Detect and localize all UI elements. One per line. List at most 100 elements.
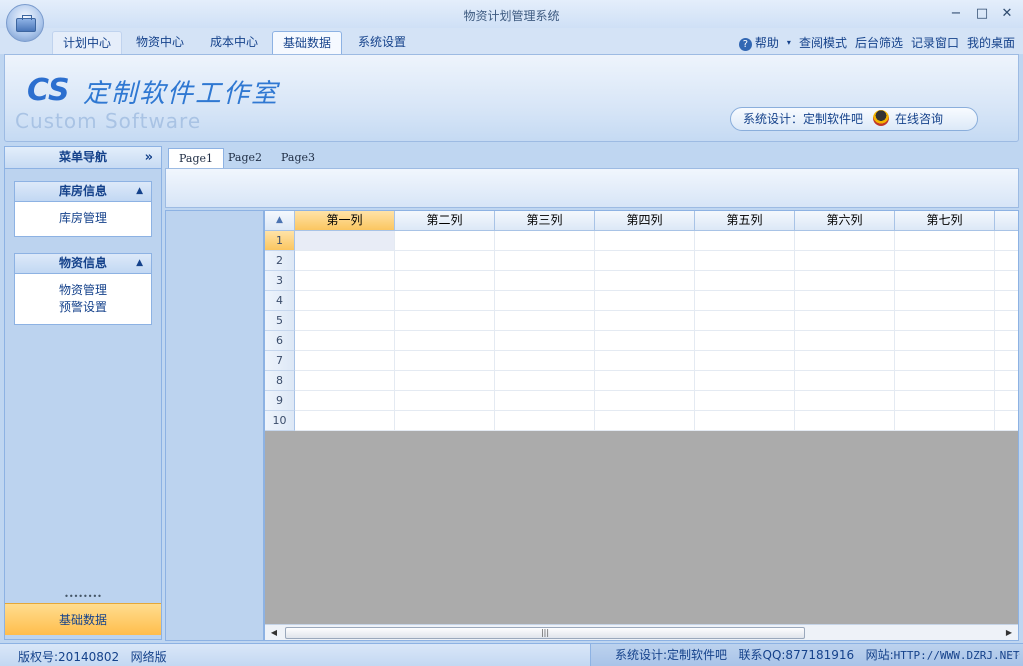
horizontal-scrollbar[interactable]: ◀ ||| ▶ xyxy=(265,624,1018,640)
grid-cell[interactable] xyxy=(295,291,395,311)
grid-cell[interactable] xyxy=(495,391,595,411)
log-window-link[interactable]: 记录窗口 xyxy=(911,34,959,51)
row-header[interactable]: 1 xyxy=(265,231,295,251)
grid-cell[interactable] xyxy=(695,251,795,271)
tab-page3[interactable]: Page3 xyxy=(271,148,325,168)
background-filter-link[interactable]: 后台筛选 xyxy=(855,34,903,51)
minimize-button[interactable]: − xyxy=(946,5,966,23)
tab-basic-data[interactable]: 基础数据 xyxy=(272,31,343,54)
grid-cell[interactable] xyxy=(495,371,595,391)
collapse-group-icon[interactable]: ▲ xyxy=(136,182,143,201)
grid-cell[interactable] xyxy=(295,371,395,391)
grid-cell[interactable] xyxy=(795,271,895,291)
grid-cell[interactable] xyxy=(695,231,795,251)
grid-cell[interactable] xyxy=(695,311,795,331)
status-site-url[interactable]: HTTP://WWW.DZRJ.NET xyxy=(894,649,1020,662)
row-header[interactable]: 7 xyxy=(265,351,295,371)
tab-cost-center[interactable]: 成本中心 xyxy=(200,31,268,54)
grid-cell[interactable] xyxy=(395,291,495,311)
grid-cell[interactable] xyxy=(595,411,695,431)
grid-cell[interactable] xyxy=(795,411,895,431)
row-header[interactable]: 8 xyxy=(265,371,295,391)
grid-cell[interactable] xyxy=(695,331,795,351)
grid-cell[interactable] xyxy=(695,271,795,291)
grid-cell[interactable] xyxy=(595,371,695,391)
grid-cell[interactable] xyxy=(395,391,495,411)
row-header[interactable]: 10 xyxy=(265,411,295,431)
nav-item-material-management[interactable]: 物资管理 xyxy=(15,282,151,299)
tab-page2[interactable]: Page2 xyxy=(218,148,272,168)
scrollbar-thumb[interactable]: ||| xyxy=(285,627,805,639)
grid-cell[interactable] xyxy=(795,391,895,411)
grid-cell[interactable] xyxy=(695,291,795,311)
column-header[interactable]: 第四列 xyxy=(595,211,695,231)
row-header[interactable]: 5 xyxy=(265,311,295,331)
grid-cell[interactable] xyxy=(295,331,395,351)
row-header[interactable]: 4 xyxy=(265,291,295,311)
grid-cell[interactable] xyxy=(895,271,995,291)
grid-cell[interactable] xyxy=(895,311,995,331)
grid-cell[interactable] xyxy=(595,271,695,291)
splitter-grip[interactable]: •••••••• xyxy=(5,593,161,601)
row-header[interactable]: 9 xyxy=(265,391,295,411)
grid-cell[interactable] xyxy=(695,371,795,391)
grid-cell[interactable] xyxy=(495,291,595,311)
grid-cell[interactable] xyxy=(395,231,495,251)
nav-item-warehouse-management[interactable]: 库房管理 xyxy=(15,210,151,227)
grid-cell[interactable] xyxy=(595,311,695,331)
grid-cell[interactable] xyxy=(495,271,595,291)
grid-cell[interactable] xyxy=(495,351,595,371)
help-dropdown-icon[interactable]: ▾ xyxy=(787,38,791,47)
grid-cell[interactable] xyxy=(295,271,395,291)
scroll-left-icon[interactable]: ◀ xyxy=(267,626,281,640)
grid-cell[interactable] xyxy=(395,411,495,431)
close-button[interactable]: ✕ xyxy=(997,5,1017,23)
my-desktop-link[interactable]: 我的桌面 xyxy=(967,34,1015,51)
row-header[interactable]: 3 xyxy=(265,271,295,291)
grid-cell[interactable] xyxy=(595,291,695,311)
grid-cell[interactable] xyxy=(495,311,595,331)
grid-cell[interactable] xyxy=(395,351,495,371)
nav-group-header-materials[interactable]: 物资信息 ▲ xyxy=(15,254,151,274)
grid-cell[interactable] xyxy=(295,251,395,271)
row-header[interactable]: 6 xyxy=(265,331,295,351)
tab-page1[interactable]: Page1 xyxy=(168,148,225,168)
column-header[interactable]: 第二列 xyxy=(395,211,495,231)
tab-plan-center[interactable]: 计划中心 xyxy=(52,31,123,54)
grid-cell[interactable] xyxy=(795,351,895,371)
grid-cell[interactable] xyxy=(495,411,595,431)
nav-group-header-warehouse[interactable]: 库房信息 ▲ xyxy=(15,182,151,202)
online-consult-link[interactable]: 在线咨询 xyxy=(895,112,943,126)
grid-cell[interactable] xyxy=(595,391,695,411)
grid-cell[interactable] xyxy=(895,411,995,431)
grid-cell[interactable] xyxy=(395,371,495,391)
grid-cell[interactable] xyxy=(895,251,995,271)
maximize-button[interactable]: □ xyxy=(972,5,992,23)
tab-system-settings[interactable]: 系统设置 xyxy=(348,31,416,54)
scroll-right-icon[interactable]: ▶ xyxy=(1002,626,1016,640)
view-mode-link[interactable]: 查阅模式 xyxy=(799,34,847,51)
column-header[interactable]: 第三列 xyxy=(495,211,595,231)
grid-cell[interactable] xyxy=(295,351,395,371)
qq-icon[interactable] xyxy=(873,110,890,126)
grid-cell[interactable] xyxy=(595,331,695,351)
grid-cell[interactable] xyxy=(495,251,595,271)
grid-cell[interactable] xyxy=(695,391,795,411)
application-menu-button[interactable] xyxy=(6,4,44,42)
collapse-nav-icon[interactable]: » xyxy=(145,147,153,168)
grid-cell[interactable] xyxy=(495,331,595,351)
grid-cell[interactable] xyxy=(895,351,995,371)
grid-cell[interactable] xyxy=(295,311,395,331)
grid-cell[interactable] xyxy=(295,411,395,431)
grid-cell[interactable] xyxy=(895,231,995,251)
collapse-group-icon[interactable]: ▲ xyxy=(136,254,143,273)
grid-cell[interactable] xyxy=(295,391,395,411)
grid-cell[interactable] xyxy=(795,231,895,251)
grid-cell[interactable] xyxy=(695,351,795,371)
column-header[interactable]: 第一列 xyxy=(295,211,395,231)
resize-grip-icon[interactable]: ⁘⁘ xyxy=(1008,651,1021,659)
select-all-corner[interactable]: ▲ xyxy=(265,211,295,231)
grid-cell[interactable] xyxy=(495,231,595,251)
grid-cell[interactable] xyxy=(695,411,795,431)
grid-cell[interactable] xyxy=(395,251,495,271)
